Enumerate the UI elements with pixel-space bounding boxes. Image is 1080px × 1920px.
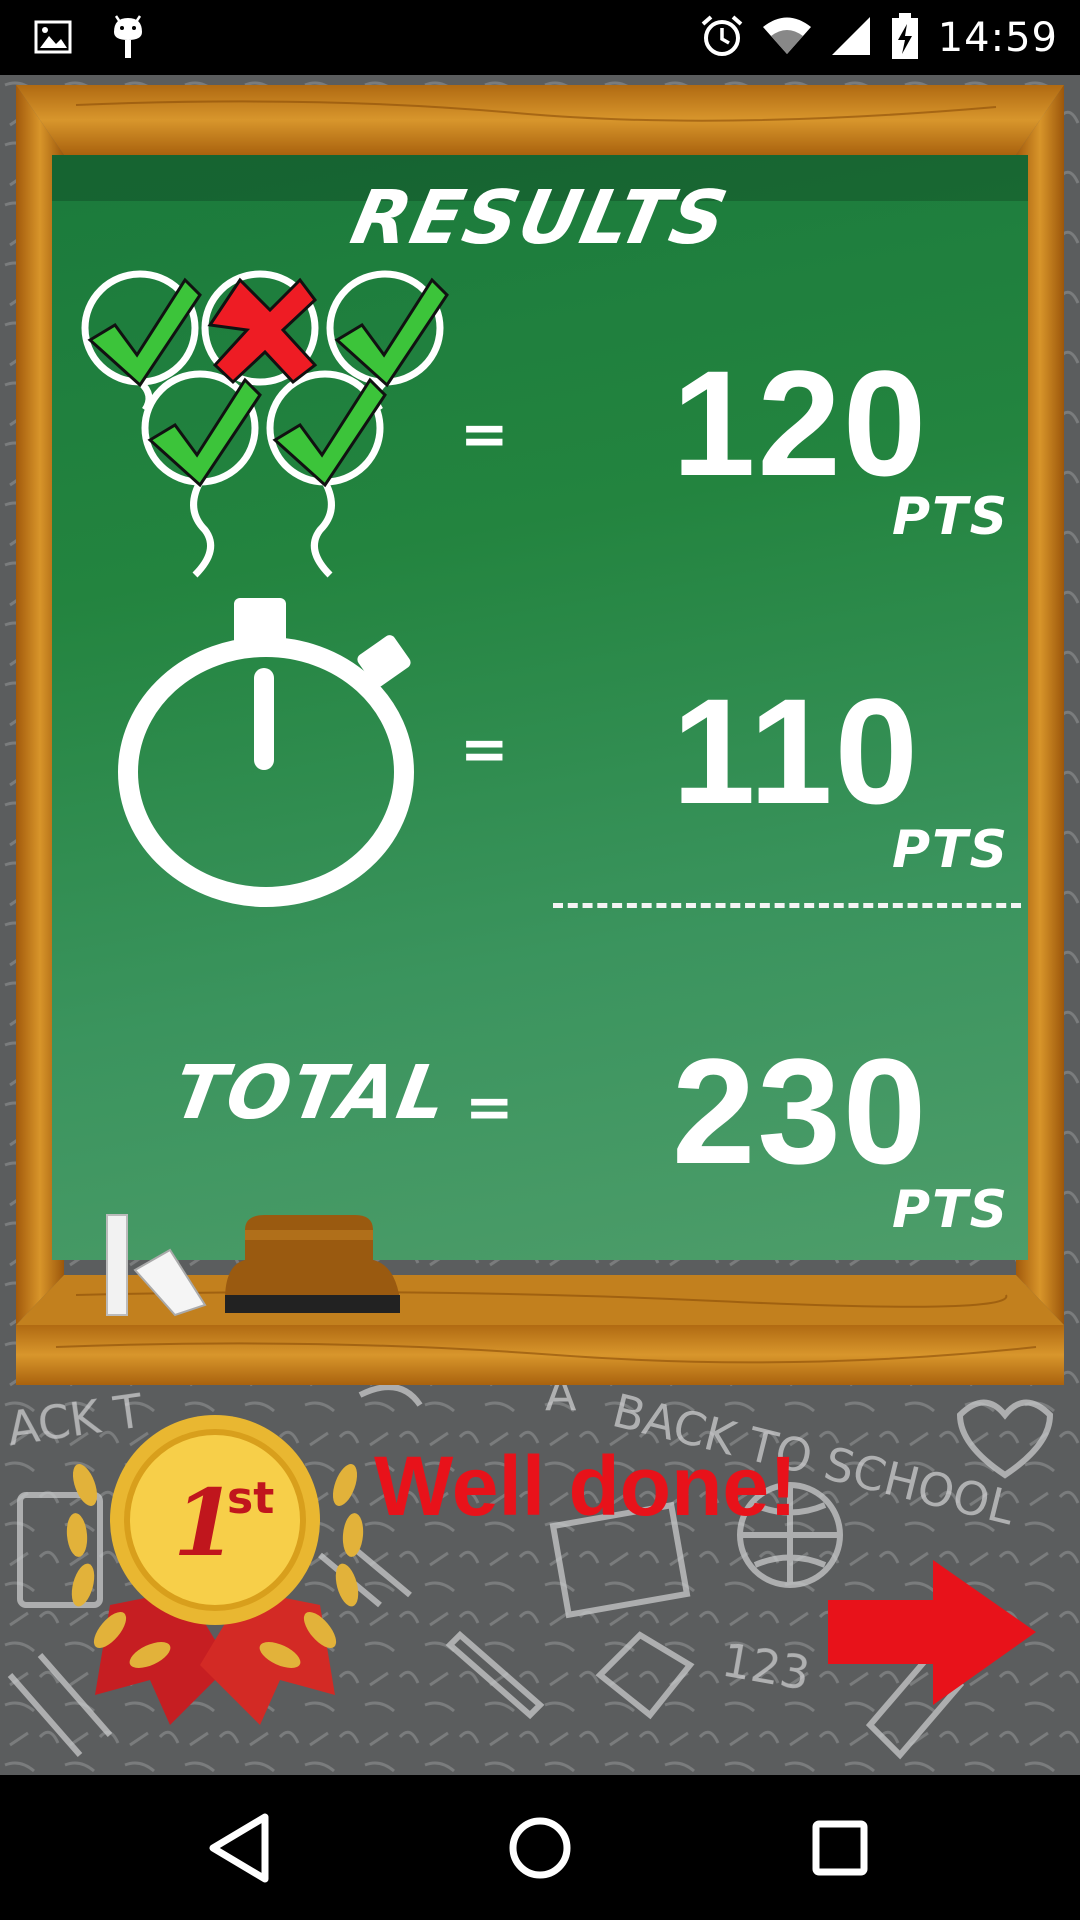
wifi-icon [762,16,812,60]
image-icon [34,20,72,58]
balloons-pts-unit: PTS [892,487,1010,547]
total-equals: = [465,1073,516,1141]
alarm-icon [700,14,744,62]
android-debug-icon [110,14,146,64]
time-equals: = [460,715,511,783]
balloons-points: 120 [672,339,929,507]
chalk-and-eraser [106,1214,400,1317]
time-points: 110 [672,667,920,835]
back-icon[interactable] [195,1803,285,1893]
stopwatch-icon [118,598,414,907]
total-label: TOTAL [167,1050,456,1136]
balloon-results-marks [87,277,449,488]
next-arrow-button[interactable] [828,1560,1038,1705]
balloons-equals: = [460,400,511,468]
battery-charging-icon [890,12,920,64]
recents-icon[interactable] [795,1803,885,1893]
first-place-medal-icon: 1 st [66,1415,364,1725]
results-title: RESULTS [344,175,736,261]
arrow-right-icon [828,1560,1036,1705]
total-pts-unit: PTS [892,1180,1010,1240]
medal-rank-suffix: st [227,1473,274,1524]
results-screen: ACK T BACK TO SCHOOL A 123 RESULTS = 120… [0,75,1080,1775]
status-bar: 14:59 [0,0,1080,75]
well-done-message: Well done! [374,1439,798,1533]
clock-time: 14:59 [937,15,1058,61]
home-icon[interactable] [495,1803,585,1893]
signal-icon [830,15,872,61]
navigation-bar [0,1775,1080,1920]
time-pts-unit: PTS [892,820,1010,880]
sum-divider [553,903,1021,908]
total-points: 230 [672,1027,929,1195]
